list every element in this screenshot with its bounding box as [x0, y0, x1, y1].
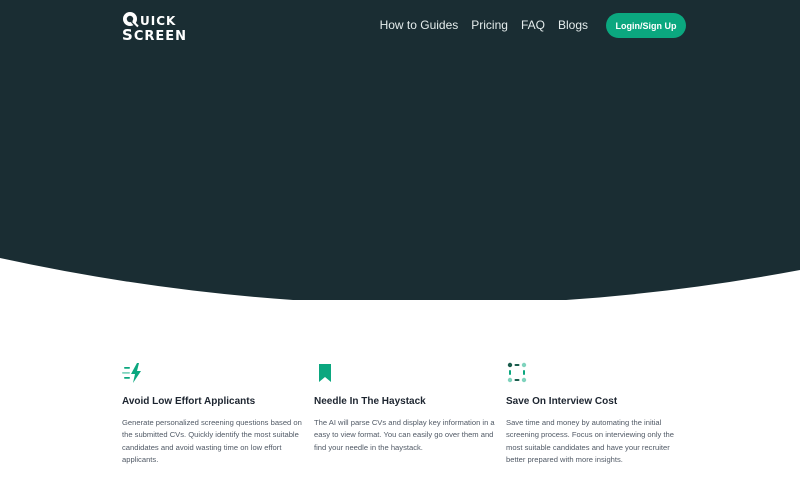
nav-link-how-to-guides[interactable]: How to Guides: [380, 18, 459, 32]
login-signup-button[interactable]: Login/Sign Up: [606, 13, 686, 38]
top-navigation: UICK SCREEN How to Guides Pricing FAQ Bl…: [0, 0, 800, 52]
feature-card-interview-cost: Save On Interview Cost Save time and mon…: [506, 362, 698, 467]
landing-page: UICK SCREEN How to Guides Pricing FAQ Bl…: [0, 0, 800, 496]
nav-link-blogs[interactable]: Blogs: [558, 18, 588, 32]
quickscreen-logo[interactable]: UICK SCREEN: [122, 10, 192, 44]
feature-card-needle: Needle In The Haystack The AI will parse…: [314, 362, 506, 467]
feature-title: Needle In The Haystack: [314, 396, 426, 407]
feature-description: Save time and money by automating the in…: [506, 418, 674, 465]
nav-link-pricing[interactable]: Pricing: [471, 18, 508, 32]
feature-title: Save On Interview Cost: [506, 396, 618, 407]
features-section: Avoid Low Effort Applicants Generate per…: [122, 362, 702, 467]
feature-card-low-effort: Avoid Low Effort Applicants Generate per…: [122, 362, 314, 467]
dots-grid-icon: [507, 362, 527, 383]
feature-description: The AI will parse CVs and display key in…: [314, 418, 495, 452]
feature-title: Avoid Low Effort Applicants: [122, 396, 256, 407]
logo-text-quick: UICK: [140, 14, 177, 28]
nav-menu: How to Guides Pricing FAQ Blogs: [380, 18, 588, 32]
feature-description: Generate personalized screening question…: [122, 418, 302, 465]
bookmark-icon: [319, 364, 331, 382]
nav-link-faq[interactable]: FAQ: [521, 18, 545, 32]
lightning-speed-icon: [122, 363, 141, 383]
logo-text-screen: CREEN: [133, 29, 188, 44]
logo-text-s: S: [122, 26, 134, 44]
